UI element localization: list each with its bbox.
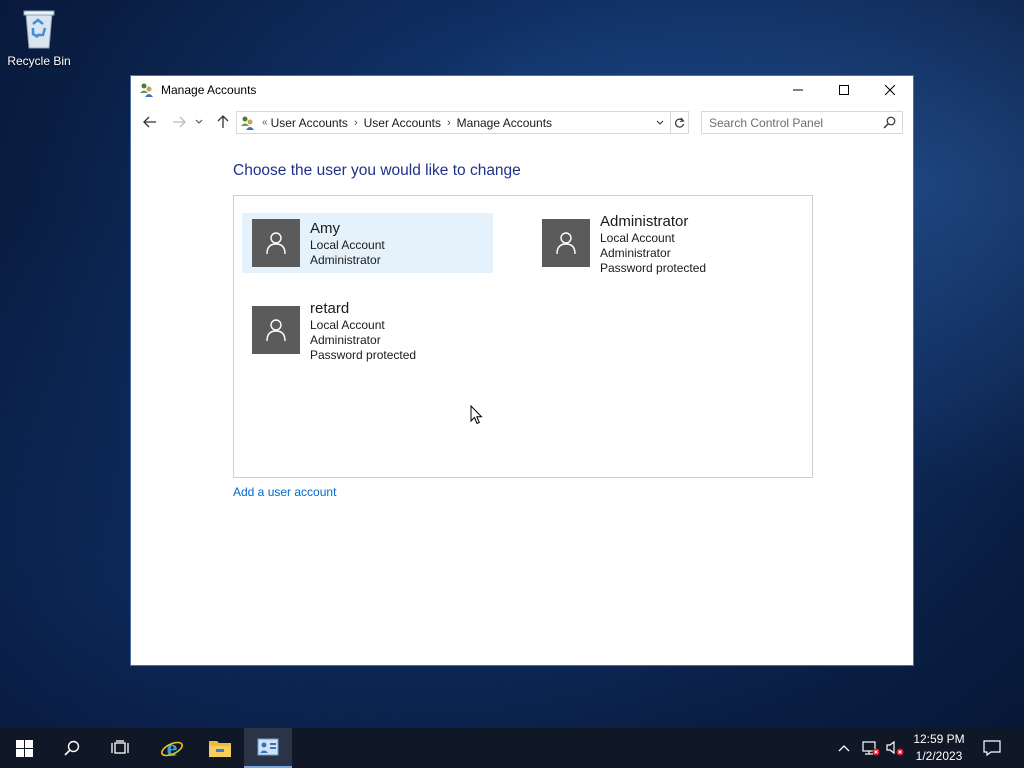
account-password-status: Password protected <box>310 348 417 362</box>
control-panel-taskbar-button[interactable] <box>244 728 292 768</box>
taskbar-search-button[interactable] <box>48 728 96 768</box>
back-button[interactable] <box>140 112 160 132</box>
clock-date: 1/2/2023 <box>915 749 963 763</box>
chevron-up-icon <box>838 745 850 752</box>
account-tile-amy[interactable]: Amy Local Account Administrator <box>242 213 493 273</box>
search-icon <box>64 740 80 756</box>
taskbar: e 12:59 PM 1/2/2023 <box>0 728 1024 768</box>
breadcrumb-manage-accounts[interactable]: Manage Accounts <box>457 116 552 130</box>
chevron-down-icon <box>656 120 664 125</box>
accounts-list: Amy Local Account Administrator Administ… <box>233 195 813 478</box>
back-arrow-icon <box>143 116 156 128</box>
account-password-status: Password protected <box>600 261 707 275</box>
account-type: Local Account <box>600 231 675 245</box>
account-role: Administrator <box>600 246 671 260</box>
recycle-bin-icon <box>21 6 57 50</box>
account-role: Administrator <box>310 253 381 267</box>
up-button[interactable] <box>213 112 233 132</box>
chevron-down-icon <box>195 119 203 124</box>
recycle-bin-label: Recycle Bin <box>7 54 71 68</box>
task-view-icon <box>111 740 129 754</box>
breadcrumb-user-accounts-1[interactable]: User Accounts <box>271 116 348 130</box>
close-icon <box>885 85 895 95</box>
account-type: Local Account <box>310 238 385 252</box>
control-panel-users-icon <box>240 115 256 131</box>
user-avatar-icon <box>252 219 300 267</box>
volume-button[interactable] <box>886 728 906 768</box>
network-status-button[interactable] <box>862 728 882 768</box>
file-explorer-button[interactable] <box>196 728 244 768</box>
title-bar[interactable]: Manage Accounts <box>131 76 913 104</box>
control-panel-icon <box>257 738 279 756</box>
notifications-icon <box>983 740 1001 756</box>
file-explorer-icon <box>209 741 231 757</box>
account-name: Amy <box>310 220 340 237</box>
page-heading: Choose the user you would like to change <box>233 162 521 179</box>
forward-button[interactable] <box>169 112 189 132</box>
navigation-bar: « User Accounts › User Accounts › Manage… <box>131 109 913 135</box>
internet-explorer-button[interactable]: e <box>148 728 196 768</box>
address-dropdown-button[interactable] <box>654 115 666 131</box>
maximize-icon <box>839 85 849 95</box>
manage-accounts-window: Manage Accounts « User Accounts › User A… <box>130 75 914 666</box>
user-avatar-icon <box>542 219 590 267</box>
volume-muted-icon <box>886 740 904 756</box>
search-input[interactable] <box>709 115 879 130</box>
action-center-button[interactable] <box>980 728 1004 768</box>
network-disconnected-icon <box>862 741 880 756</box>
search-box[interactable] <box>701 111 903 134</box>
close-button[interactable] <box>867 76 913 104</box>
address-bar[interactable]: « User Accounts › User Accounts › Manage… <box>236 111 671 134</box>
add-user-account-link[interactable]: Add a user account <box>233 485 336 499</box>
account-tile-administrator[interactable]: Administrator Local Account Administrato… <box>532 213 792 283</box>
account-role: Administrator <box>310 333 381 347</box>
show-hidden-icons-button[interactable] <box>838 728 856 768</box>
mouse-cursor-icon <box>470 404 483 428</box>
breadcrumb-user-accounts-2[interactable]: User Accounts <box>364 116 441 130</box>
recycle-bin-desktop-icon[interactable]: Recycle Bin <box>4 6 74 76</box>
up-arrow-icon <box>217 115 229 128</box>
account-name: Administrator <box>600 213 689 230</box>
start-button[interactable] <box>0 728 48 768</box>
account-type: Local Account <box>310 318 385 332</box>
users-icon <box>139 82 155 98</box>
task-view-button[interactable] <box>96 728 144 768</box>
taskbar-clock[interactable]: 12:59 PM 1/2/2023 <box>906 731 972 765</box>
svg-text:e: e <box>167 736 178 760</box>
search-icon[interactable] <box>883 116 896 132</box>
forward-arrow-icon <box>173 116 186 128</box>
window-title: Manage Accounts <box>161 83 257 97</box>
clock-time: 12:59 PM <box>913 732 965 746</box>
refresh-icon <box>675 117 685 128</box>
refresh-button[interactable] <box>671 111 689 134</box>
account-tile-retard[interactable]: retard Local Account Administrator Passw… <box>242 300 493 370</box>
maximize-button[interactable] <box>821 76 867 104</box>
recent-locations-button[interactable] <box>193 112 205 132</box>
breadcrumb-separator-icon[interactable]: › <box>447 117 451 129</box>
breadcrumb-separator-icon[interactable]: › <box>354 117 358 129</box>
start-icon <box>15 739 33 757</box>
address-overflow-chevron[interactable]: « <box>262 117 268 128</box>
user-avatar-icon <box>252 306 300 354</box>
minimize-button[interactable] <box>775 76 821 104</box>
account-name: retard <box>310 300 350 317</box>
internet-explorer-icon: e <box>161 736 183 760</box>
minimize-icon <box>793 89 803 91</box>
